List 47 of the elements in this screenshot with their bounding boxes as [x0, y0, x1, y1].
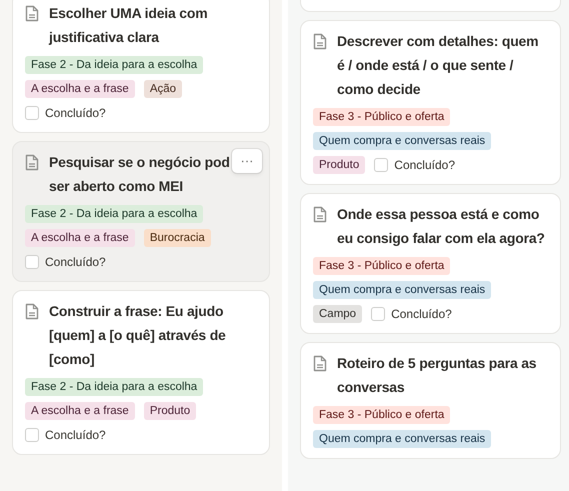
card-title: Construir a frase: Eu ajudo [quem] a [o quê] através de [como] [49, 302, 227, 369]
task-card[interactable]: Descrever com detalhes: quem é / onde está / o que sente / como decide Fase 3 - Público e oferta Quem compra e conversas reais Produto Concluído? [300, 20, 561, 185]
tag: Ação [144, 80, 182, 98]
card-title: Descrever com detalhes: quem é / onde está / o que sente / como decide [337, 32, 540, 99]
tag: Fase 2 - Da ideia para a escolha [25, 205, 204, 223]
checkbox[interactable] [25, 255, 39, 269]
task-card[interactable]: Pesquisar se o negócio pod ser aberto como MEI ··· Fase 2 - Da ideia para a escolha A escolha e a frase Burocracia Concluído? [12, 141, 270, 282]
tag: Fase 2 - Da ideia para a escolha [25, 56, 204, 74]
tag: Quem compra e conversas reais [313, 281, 492, 299]
page-icon [313, 206, 327, 223]
tag: Produto [144, 402, 196, 420]
tag: A escolha e a frase [25, 80, 135, 98]
page-icon [313, 33, 327, 50]
checkbox[interactable] [25, 106, 39, 120]
card-title-line: Pesquisar se o negócio pod [49, 153, 230, 172]
task-card[interactable]: Escolher UMA ideia com justificativa clara Fase 2 - Da ideia para a escolha A escolha e a frase Ação Concluído? [12, 0, 270, 133]
tag: Burocracia [144, 229, 211, 247]
task-card[interactable]: Roteiro de 5 perguntas para as conversas Fase 3 - Público e oferta Quem compra e conversas reais [300, 342, 561, 459]
checkbox-label: Concluído? [45, 105, 106, 122]
checkbox[interactable] [25, 428, 39, 442]
task-card[interactable]: Construir a frase: Eu ajudo [quem] a [o quê] através de [como] Fase 2 - Da ideia para a escolha A escolha e a frase Produto Concluído? [12, 290, 270, 455]
tag: Quem compra e conversas reais [313, 132, 492, 150]
checkbox-label: Concluído? [45, 254, 106, 271]
tag: Fase 3 - Público e oferta [313, 257, 450, 275]
task-card[interactable]: Onde essa pessoa está e como eu consigo falar com ela agora? Fase 3 - Público e oferta Quem compra e conversas reais Campo Concluído? [300, 193, 561, 334]
page-icon [25, 303, 39, 320]
card-title: Onde essa pessoa está e como eu consigo falar com ela agora? [337, 205, 546, 248]
tag: Fase 3 - Público e oferta [313, 406, 450, 424]
tag: Fase 2 - Da ideia para a escolha [25, 378, 204, 396]
page-icon [25, 5, 39, 22]
tag: A escolha e a frase [25, 229, 135, 247]
card-title: Escolher UMA ideia com justificativa clara [49, 4, 208, 47]
checkbox[interactable] [371, 307, 386, 321]
tag: Fase 3 - Público e oferta [313, 108, 450, 126]
checkbox-label: Concluído? [391, 306, 452, 323]
checkbox-label: Concluído? [394, 157, 455, 174]
page-icon [25, 154, 39, 171]
checkbox[interactable] [374, 158, 388, 172]
more-button[interactable]: ··· [232, 149, 262, 173]
card-title-line: ser aberto como MEI [49, 177, 183, 196]
checkbox-label: Concluído? [45, 427, 106, 444]
page-icon [313, 355, 327, 372]
tag: A escolha e a frase [25, 402, 135, 420]
tag: Quem compra e conversas reais [313, 430, 492, 448]
tag: Campo [313, 305, 362, 323]
tag: Produto [313, 156, 366, 174]
card-title: Roteiro de 5 perguntas para as conversas [337, 354, 538, 397]
